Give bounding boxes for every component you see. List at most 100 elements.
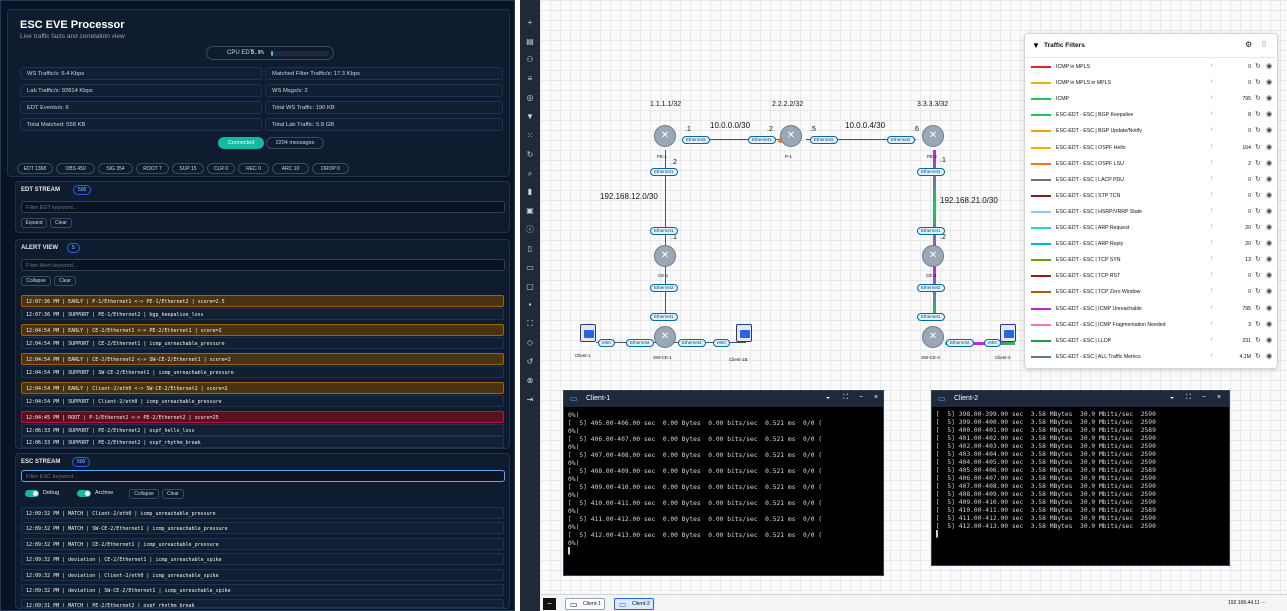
maximize-icon[interactable]: ⛶ — [1186, 394, 1191, 402]
filter-settings-icon[interactable]: ⚙ — [1245, 40, 1252, 49]
reset-icon[interactable]: ↻ — [1255, 78, 1261, 86]
filter-row[interactable]: ESC-EDT - ESC | OSPF Hello ↑ 164 ↻ ◉ — [1031, 140, 1275, 156]
filter-row[interactable]: ESC-EDT - ESC | HSRP/VRRP State ↑ 0 ↻ ◉ — [1031, 204, 1275, 220]
edt-filter-input[interactable]: Filter EDT keyword... — [21, 201, 505, 213]
chip-drop[interactable]: DROP 0 — [312, 163, 349, 174]
chip-sig[interactable]: SIG 354 — [98, 163, 133, 174]
filter-row[interactable]: ICMP in MPLS ↑ 0 ↻ ◉ — [1031, 59, 1275, 75]
chip-obs[interactable]: OBS 450 — [56, 163, 95, 174]
reset-icon[interactable]: ↻ — [1255, 320, 1261, 328]
alert-row[interactable]: 12:04:54 PM | EARLY | Client-2/eth0 <-> … — [21, 382, 504, 394]
alert-row[interactable]: 12:04:45 PM | ROOT | P-1/Ethernet2 <-> P… — [21, 411, 504, 423]
alert-clear-button[interactable]: Clear — [54, 276, 76, 286]
filter-row[interactable]: ESC-EDT - ESC | ICMP Fragmentation Neede… — [1031, 317, 1275, 333]
pin-icon[interactable]: ◒ — [1170, 394, 1174, 401]
esc-filter-input[interactable]: Filter ESC keyword... — [21, 470, 505, 482]
eye-icon[interactable]: ◉ — [1266, 159, 1272, 167]
drag-handle-icon[interactable]: ⠿ — [1261, 40, 1267, 49]
close-circle-icon[interactable]: ⊗ — [525, 376, 535, 386]
eye-icon[interactable]: ◉ — [1266, 320, 1272, 328]
grid-icon[interactable]: ⁙ — [525, 131, 535, 141]
filter-row[interactable]: ESC-EDT - ESC | BGP Keepalive ↑ 8 ↻ ◉ — [1031, 107, 1275, 123]
filter-row[interactable]: ESC-EDT - ESC | OSPF LSU ↑ 2 ↻ ◉ — [1031, 156, 1275, 172]
esc-row[interactable]: 12:09:32 PM | MATCH | CE-2/Ethernet1 | i… — [21, 538, 504, 550]
reset-icon[interactable]: ↻ — [1255, 62, 1261, 70]
eye-icon[interactable]: ◉ — [1266, 94, 1272, 102]
refresh-icon[interactable]: ↻ — [525, 150, 535, 160]
document-icon[interactable]: ▯ — [525, 244, 535, 254]
router-icon[interactable]: ✕ — [780, 125, 802, 147]
host-icon[interactable] — [736, 324, 752, 342]
node-list-icon[interactable]: ▤ — [525, 37, 535, 47]
eye-icon[interactable]: ◉ — [1266, 336, 1272, 344]
fullscreen-icon[interactable]: ⛶ — [525, 319, 535, 329]
filter-row[interactable]: ICMP ↑ 795 ↻ ◉ — [1031, 91, 1275, 107]
terminal-client-2[interactable]: ▭ Client-2 ◒ ⛶ − × [ 5] 398.00-399.00 se… — [931, 390, 1230, 566]
esc-row[interactable]: 12:09:32 PM | deviation | SW-CE-2/Ethern… — [21, 584, 504, 596]
info-icon[interactable]: ⓘ — [525, 225, 535, 235]
filter-row[interactable]: ESC-EDT - ESC | ALL Traffic Metrics ↑ 4.1M… — [1031, 349, 1275, 365]
alert-filter-input[interactable]: Filter Alert keyword... — [21, 259, 505, 271]
switch-icon[interactable]: ✕ — [922, 326, 944, 348]
reset-icon[interactable]: ↻ — [1255, 352, 1261, 360]
image-icon[interactable]: ▣ — [525, 206, 535, 216]
router-icon[interactable]: ✕ — [922, 245, 944, 267]
esc-row[interactable]: 12:09:32 PM | deviation | CE-2/Ethernet1… — [21, 553, 504, 565]
alert-collapse-button[interactable]: Collapse — [21, 276, 51, 286]
reset-icon[interactable]: ↻ — [1255, 239, 1261, 247]
edt-clear-button[interactable]: Clear — [50, 218, 72, 228]
chip-root[interactable]: ROOT 7 — [136, 163, 169, 174]
expand-button[interactable]: Expand — [21, 218, 47, 228]
eye-icon[interactable]: ◉ — [1266, 207, 1272, 215]
toggle-switch[interactable] — [25, 490, 39, 497]
filter-row[interactable]: ESC-EDT - ESC | TCP Zero Window ↑ 0 ↻ ◉ — [1031, 284, 1275, 300]
eye-icon[interactable]: ◉ — [1266, 191, 1272, 199]
taskbar-client-2[interactable]: ▭ Client-2 — [614, 598, 654, 610]
lock-icon[interactable]: ▪ — [525, 300, 535, 310]
chip-sup[interactable]: SUP 15 — [172, 163, 204, 174]
reset-icon[interactable]: ↻ — [1255, 110, 1261, 118]
close-icon[interactable]: × — [874, 394, 878, 401]
minimize-icon[interactable]: − — [1202, 394, 1206, 401]
esc-row[interactable]: 12:09:32 PM | MATCH | Client-2/eth0 | ic… — [21, 507, 504, 519]
filter-row[interactable]: ESC-EDT - ESC | LLDP ↑ 231 ↻ ◉ — [1031, 333, 1275, 349]
alert-row[interactable]: 12:07:36 PM | EARLY | P-1/Ethernet1 <-> … — [21, 295, 504, 307]
eye-icon[interactable]: ◉ — [1266, 255, 1272, 263]
alert-row[interactable]: 12:06:33 PM | SUPPORT | PE-2/Ethernet2 |… — [21, 436, 504, 448]
router-icon[interactable]: ✕ — [654, 125, 676, 147]
eye-icon[interactable]: ◉ — [1266, 287, 1272, 295]
esc-collapse-button[interactable]: Collapse — [129, 489, 159, 499]
maximize-icon[interactable]: ⛶ — [843, 394, 848, 402]
reset-icon[interactable]: ↻ — [1255, 126, 1261, 134]
esc-clear-button[interactable]: Clear — [162, 489, 184, 499]
filter-row[interactable]: ESC-EDT - ESC | ICMP Unreachable ↑ 795 ↻ ◉ — [1031, 301, 1275, 317]
reset-icon[interactable]: ↻ — [1255, 223, 1261, 231]
filter-row[interactable]: ICMP in MPLS in MPLS ↑ 0 ↻ ◉ — [1031, 75, 1275, 91]
alert-row[interactable]: 12:04:54 PM | EARLY | CE-2/Ethernet1 <->… — [21, 324, 504, 336]
reset-icon[interactable]: ↻ — [1255, 94, 1261, 102]
debug-toggle[interactable]: Debug — [25, 487, 75, 499]
host-icon[interactable] — [580, 324, 596, 342]
history-icon[interactable]: ↺ — [525, 357, 535, 367]
esc-row[interactable]: 12:09:31 PM | MATCH | PE-2/Ethernet2 | o… — [21, 599, 504, 608]
toggle-switch[interactable] — [77, 490, 91, 497]
alert-row[interactable]: 12:04:54 PM | EARLY | CE-2/Ethernet2 <->… — [21, 353, 504, 365]
filter-row[interactable]: ESC-EDT - ESC | TCP RST ↑ 0 ↻ ◉ — [1031, 268, 1275, 284]
terminal-client-1[interactable]: ▭ Client-1 ◒ ⛶ − × 0%)[ 5] 405.00-406.00… — [563, 390, 884, 576]
filter-row[interactable]: ESC-EDT - ESC | ARP Reply ↑ 20 ↻ ◉ — [1031, 236, 1275, 252]
book-icon[interactable]: ▮ — [525, 187, 535, 197]
network-icon[interactable]: ⚇ — [525, 55, 535, 65]
eye-icon[interactable]: ◉ — [1266, 78, 1272, 86]
chip-clr[interactable]: CLR 0 — [207, 163, 235, 174]
chat-icon[interactable]: ▢ — [525, 282, 535, 292]
chip-arc[interactable]: ARC 10 — [272, 163, 309, 174]
alert-row[interactable]: 12:04:54 PM | SUPPORT | Client-2/eth0 | … — [21, 395, 504, 407]
eye-icon[interactable]: ◉ — [1266, 223, 1272, 231]
list-icon[interactable]: ≡ — [525, 74, 535, 84]
eye-icon[interactable]: ◉ — [1266, 126, 1272, 134]
archive-toggle[interactable]: Archive — [77, 487, 127, 499]
filter-icon[interactable]: ▼ — [525, 112, 535, 122]
filter-row[interactable]: ESC-EDT - ESC | TCP SYN ↑ 13 ↻ ◉ — [1031, 252, 1275, 268]
terminal-titlebar[interactable]: ▭ Client-1 ◒ ⛶ − × — [564, 391, 883, 407]
eye-icon[interactable]: ◉ — [1266, 304, 1272, 312]
